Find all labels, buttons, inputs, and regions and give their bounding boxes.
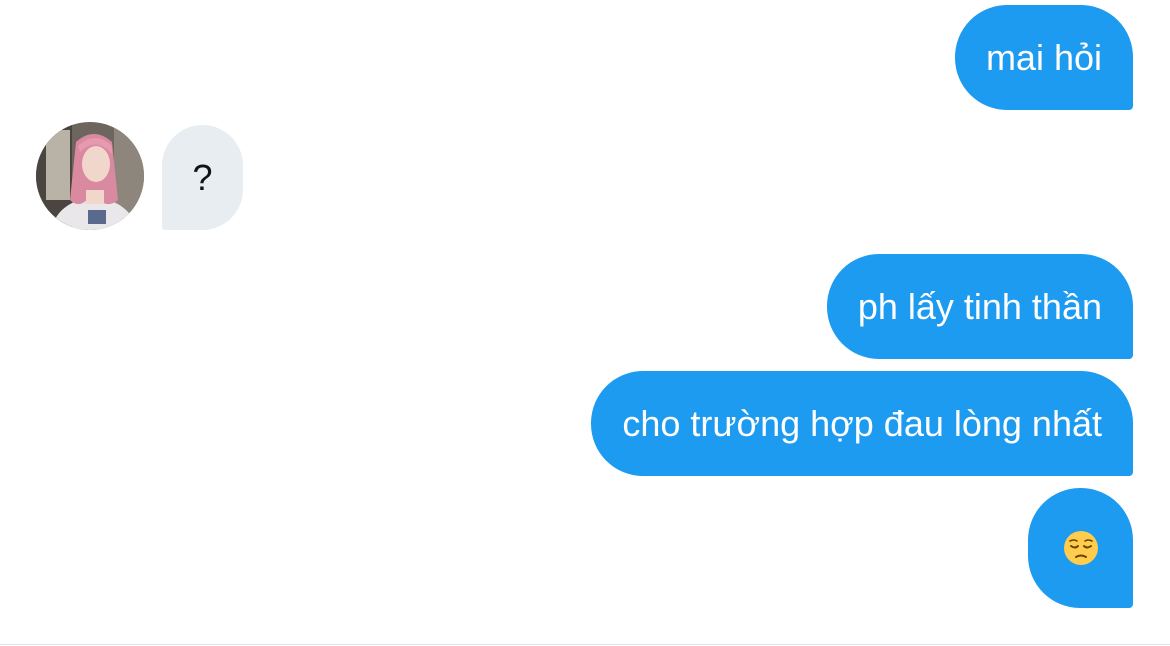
outgoing-emoji-bubble[interactable]: 😔 [1028, 488, 1133, 608]
outgoing-message-bubble[interactable]: cho trường hợp đau lòng nhất [591, 371, 1133, 476]
message-text: ? [192, 156, 213, 198]
message-text: ph lấy tinh thần [857, 285, 1102, 327]
contact-avatar[interactable] [36, 122, 144, 230]
dm-conversation: mai hỏi ? ph lấy tinh thần cho trường hợ… [0, 0, 1170, 646]
message-text: mai hỏi [985, 36, 1102, 78]
message-text: cho trường hợp đau lòng nhất [622, 402, 1102, 444]
incoming-message-bubble[interactable]: ? [162, 125, 243, 230]
outgoing-message-bubble[interactable]: ph lấy tinh thần [826, 254, 1133, 359]
outgoing-message-bubble[interactable]: mai hỏi [954, 5, 1133, 110]
pensive-face-emoji-icon [1063, 531, 1098, 565]
avatar-photo-icon [36, 122, 144, 230]
composer-divider [0, 644, 1170, 645]
